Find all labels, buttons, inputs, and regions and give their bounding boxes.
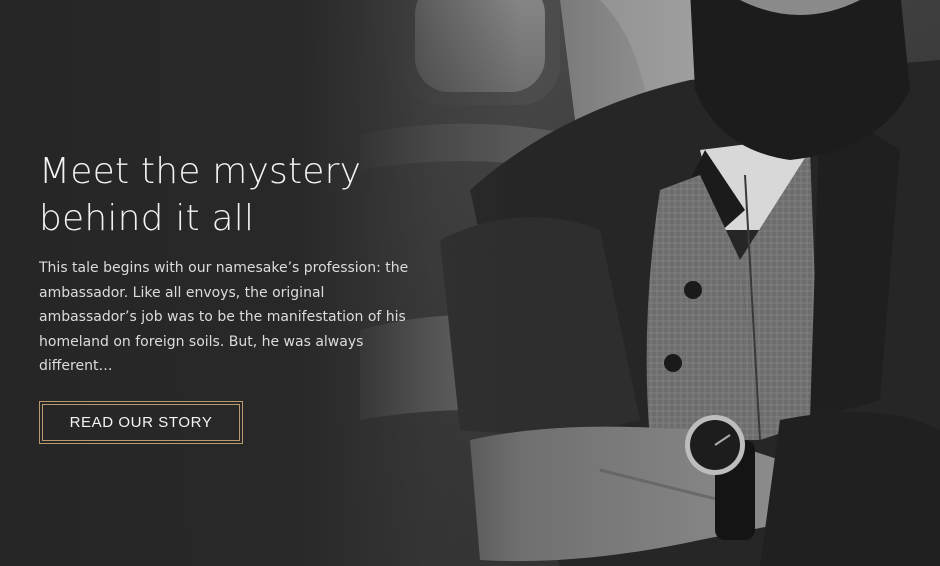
hero-title-line-1: Meet the mystery: [39, 151, 362, 192]
hero-title: Meet the mystery behind it all: [39, 148, 419, 242]
hero-content: Meet the mystery behind it all This tale…: [39, 148, 419, 444]
read-our-story-label: READ OUR STORY: [42, 403, 240, 441]
hero-title-line-2: behind it all: [39, 198, 255, 239]
hero-section: Meet the mystery behind it all This tale…: [0, 0, 940, 566]
read-our-story-button[interactable]: READ OUR STORY: [39, 400, 243, 444]
hero-body-text: This tale begins with our namesake’s pro…: [39, 260, 409, 374]
